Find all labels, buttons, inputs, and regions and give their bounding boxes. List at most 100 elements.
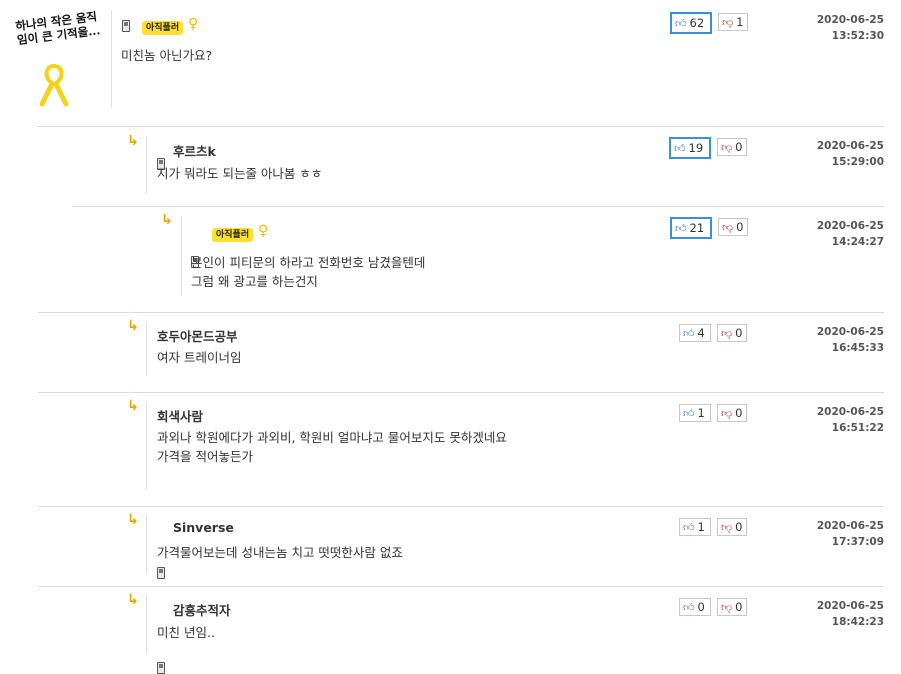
comment-timestamp: 2020-06-25 18:42:23 <box>814 598 884 630</box>
comment-text-line: 가격물어보는데 성내는놈 치고 떳떳한사람 없죠 <box>157 545 403 560</box>
dislike-button[interactable]: 👎︎ 0 <box>717 138 747 156</box>
dislike-button[interactable]: 👎︎ 0 <box>717 324 747 342</box>
mobile-phone-icon <box>157 567 165 579</box>
comment-timestamp: 2020-06-25 13:52:30 <box>814 12 884 44</box>
comment-author[interactable]: 후르츠k <box>173 141 216 160</box>
comment-time: 16:45:33 <box>831 342 884 354</box>
like-count: 21 <box>689 221 705 235</box>
comment-text-line: 미친 년임.. <box>157 625 215 640</box>
comment-time: 18:42:23 <box>831 616 884 628</box>
reply-arrow-icon: ↳ <box>127 512 139 528</box>
comment-text: 가격물어보는데 성내는놈 치고 떳떳한사람 없죠 <box>157 543 403 562</box>
thumbs-up-icon: 👍︎ <box>675 16 687 30</box>
thumbs-down-icon: 👎︎ <box>721 326 733 340</box>
comment-divider <box>72 206 884 207</box>
comment-timestamp: 2020-06-25 17:37:09 <box>814 518 884 550</box>
thumbs-up-icon: 👍︎ <box>683 406 695 420</box>
yellow-ribbon-icon <box>39 63 69 107</box>
reply-arrow-icon: ↳ <box>127 133 139 149</box>
comment-text: 본인이 피티문의 하라고 전화번호 남겼을텐데 그럼 왜 광고를 하는건지 <box>191 253 425 291</box>
comment-text: 과외나 학원에다가 과외비, 학원비 얼마냐고 물어보지도 못하겠네요 가격을 … <box>157 428 507 466</box>
dislike-button[interactable]: 👎︎ 0 <box>717 404 747 422</box>
thumbs-down-icon: 👎︎ <box>721 406 733 420</box>
like-count: 19 <box>688 141 704 155</box>
dislike-button[interactable]: 👎︎ 0 <box>717 518 747 536</box>
thread-line <box>181 216 182 296</box>
dislike-count: 1 <box>736 15 744 29</box>
thumbs-up-icon: 👍︎ <box>675 221 687 235</box>
comment-divider <box>38 392 884 393</box>
nickname-badge[interactable]: 아직플러 <box>212 228 254 242</box>
dislike-count: 0 <box>736 220 744 234</box>
comment-divider <box>38 312 884 313</box>
comment-divider <box>38 586 884 587</box>
like-button[interactable]: 👍︎ 21 <box>670 217 712 239</box>
like-button[interactable]: 👍︎ 1 <box>679 404 711 422</box>
comment-author[interactable]: 회색사람 <box>157 406 203 425</box>
like-count: 1 <box>697 520 705 534</box>
comment-2: ↳ 아직플러 ♀ 본인이 피티문의 하라고 전화번호 남겼을텐데 그럼 왜 광고… <box>0 30 901 296</box>
thread-line <box>146 136 147 194</box>
avatar-caption: 하나의 작은 움직임이 큰 기적을... <box>14 9 101 48</box>
comment-date: 2020-06-25 <box>816 14 884 26</box>
like-count: 62 <box>689 16 705 30</box>
comment-text-line: 그럼 왜 광고를 하는건지 <box>191 274 318 289</box>
comment-date: 2020-06-25 <box>816 600 884 612</box>
nickname-badge[interactable]: 아직플러 <box>142 21 184 35</box>
comment-divider <box>38 126 884 127</box>
comment-time: 17:37:09 <box>831 536 884 548</box>
comment-time: 14:24:27 <box>831 236 884 248</box>
dislike-count: 0 <box>735 520 743 534</box>
dislike-count: 0 <box>735 140 743 154</box>
thread-line <box>146 322 147 376</box>
reply-arrow-icon: ↳ <box>127 398 139 414</box>
like-count: 0 <box>697 600 705 614</box>
dislike-button[interactable]: 👎︎ 0 <box>717 598 747 616</box>
comment-text-line: 여자 트레이너임 <box>157 350 242 365</box>
comment-timestamp: 2020-06-25 16:45:33 <box>814 324 884 356</box>
comment-text-line: 본인이 피티문의 하라고 전화번호 남겼을텐데 <box>191 255 426 270</box>
yellow-ribbon-icon: ♀ <box>188 16 199 32</box>
like-button[interactable]: 👍︎ 1 <box>679 518 711 536</box>
comment-text-line: 가격을 적어놓든가 <box>157 449 253 464</box>
like-count: 4 <box>697 326 705 340</box>
comment-1: ↳ 후르츠k 지가 뭐라도 되는줄 아나봄 ㅎㅎ 👍︎ 19 👎︎ 0 2020… <box>0 15 901 194</box>
comment-author[interactable]: Sinverse <box>173 520 234 535</box>
comment-date: 2020-06-25 <box>816 520 884 532</box>
thread-line <box>146 596 147 652</box>
comment-divider <box>38 506 884 507</box>
thread-line <box>146 402 147 490</box>
comment-author[interactable]: 감흥추적자 <box>173 600 231 619</box>
comment-date: 2020-06-25 <box>816 140 884 152</box>
thumbs-down-icon: 👎︎ <box>721 600 733 614</box>
like-button[interactable]: 👍︎ 19 <box>669 137 711 159</box>
comment-date: 2020-06-25 <box>816 326 884 338</box>
comment-text: 미친놈 아닌가요? <box>121 46 212 65</box>
dislike-count: 0 <box>735 406 743 420</box>
comment-date: 2020-06-25 <box>816 406 884 418</box>
reply-arrow-icon: ↳ <box>127 318 139 334</box>
dislike-button[interactable]: 👎︎ 0 <box>718 218 748 236</box>
comment-author[interactable]: 호두아몬드공부 <box>157 326 238 345</box>
comment-date: 2020-06-25 <box>816 220 884 232</box>
thumbs-up-icon: 👍︎ <box>683 600 695 614</box>
like-button[interactable]: 👍︎ 0 <box>679 598 711 616</box>
comment-text-line: 지가 뭐라도 되는줄 아나봄 ㅎㅎ <box>157 166 323 181</box>
comment-timestamp: 2020-06-25 14:24:27 <box>814 218 884 250</box>
thumbs-up-icon: 👍︎ <box>683 326 695 340</box>
mobile-phone-icon <box>157 662 165 674</box>
thread-line <box>146 516 147 572</box>
comment-text-line: 과외나 학원에다가 과외비, 학원비 얼마냐고 물어보지도 못하겠네요 <box>157 430 507 445</box>
thumbs-down-icon: 👎︎ <box>721 520 733 534</box>
dislike-count: 0 <box>735 326 743 340</box>
comment-time: 16:51:22 <box>831 422 884 434</box>
mobile-phone-icon <box>122 20 130 32</box>
like-button[interactable]: 👍︎ 4 <box>679 324 711 342</box>
reply-arrow-icon: ↳ <box>161 212 173 228</box>
like-button[interactable]: 👍︎ 62 <box>670 12 712 34</box>
dislike-button[interactable]: 👎︎ 1 <box>718 13 748 31</box>
avatar-divider <box>111 10 112 108</box>
thumbs-down-icon: 👎︎ <box>722 15 734 29</box>
yellow-ribbon-icon: ♀ <box>258 223 269 239</box>
thumbs-up-icon: 👍︎ <box>683 520 695 534</box>
